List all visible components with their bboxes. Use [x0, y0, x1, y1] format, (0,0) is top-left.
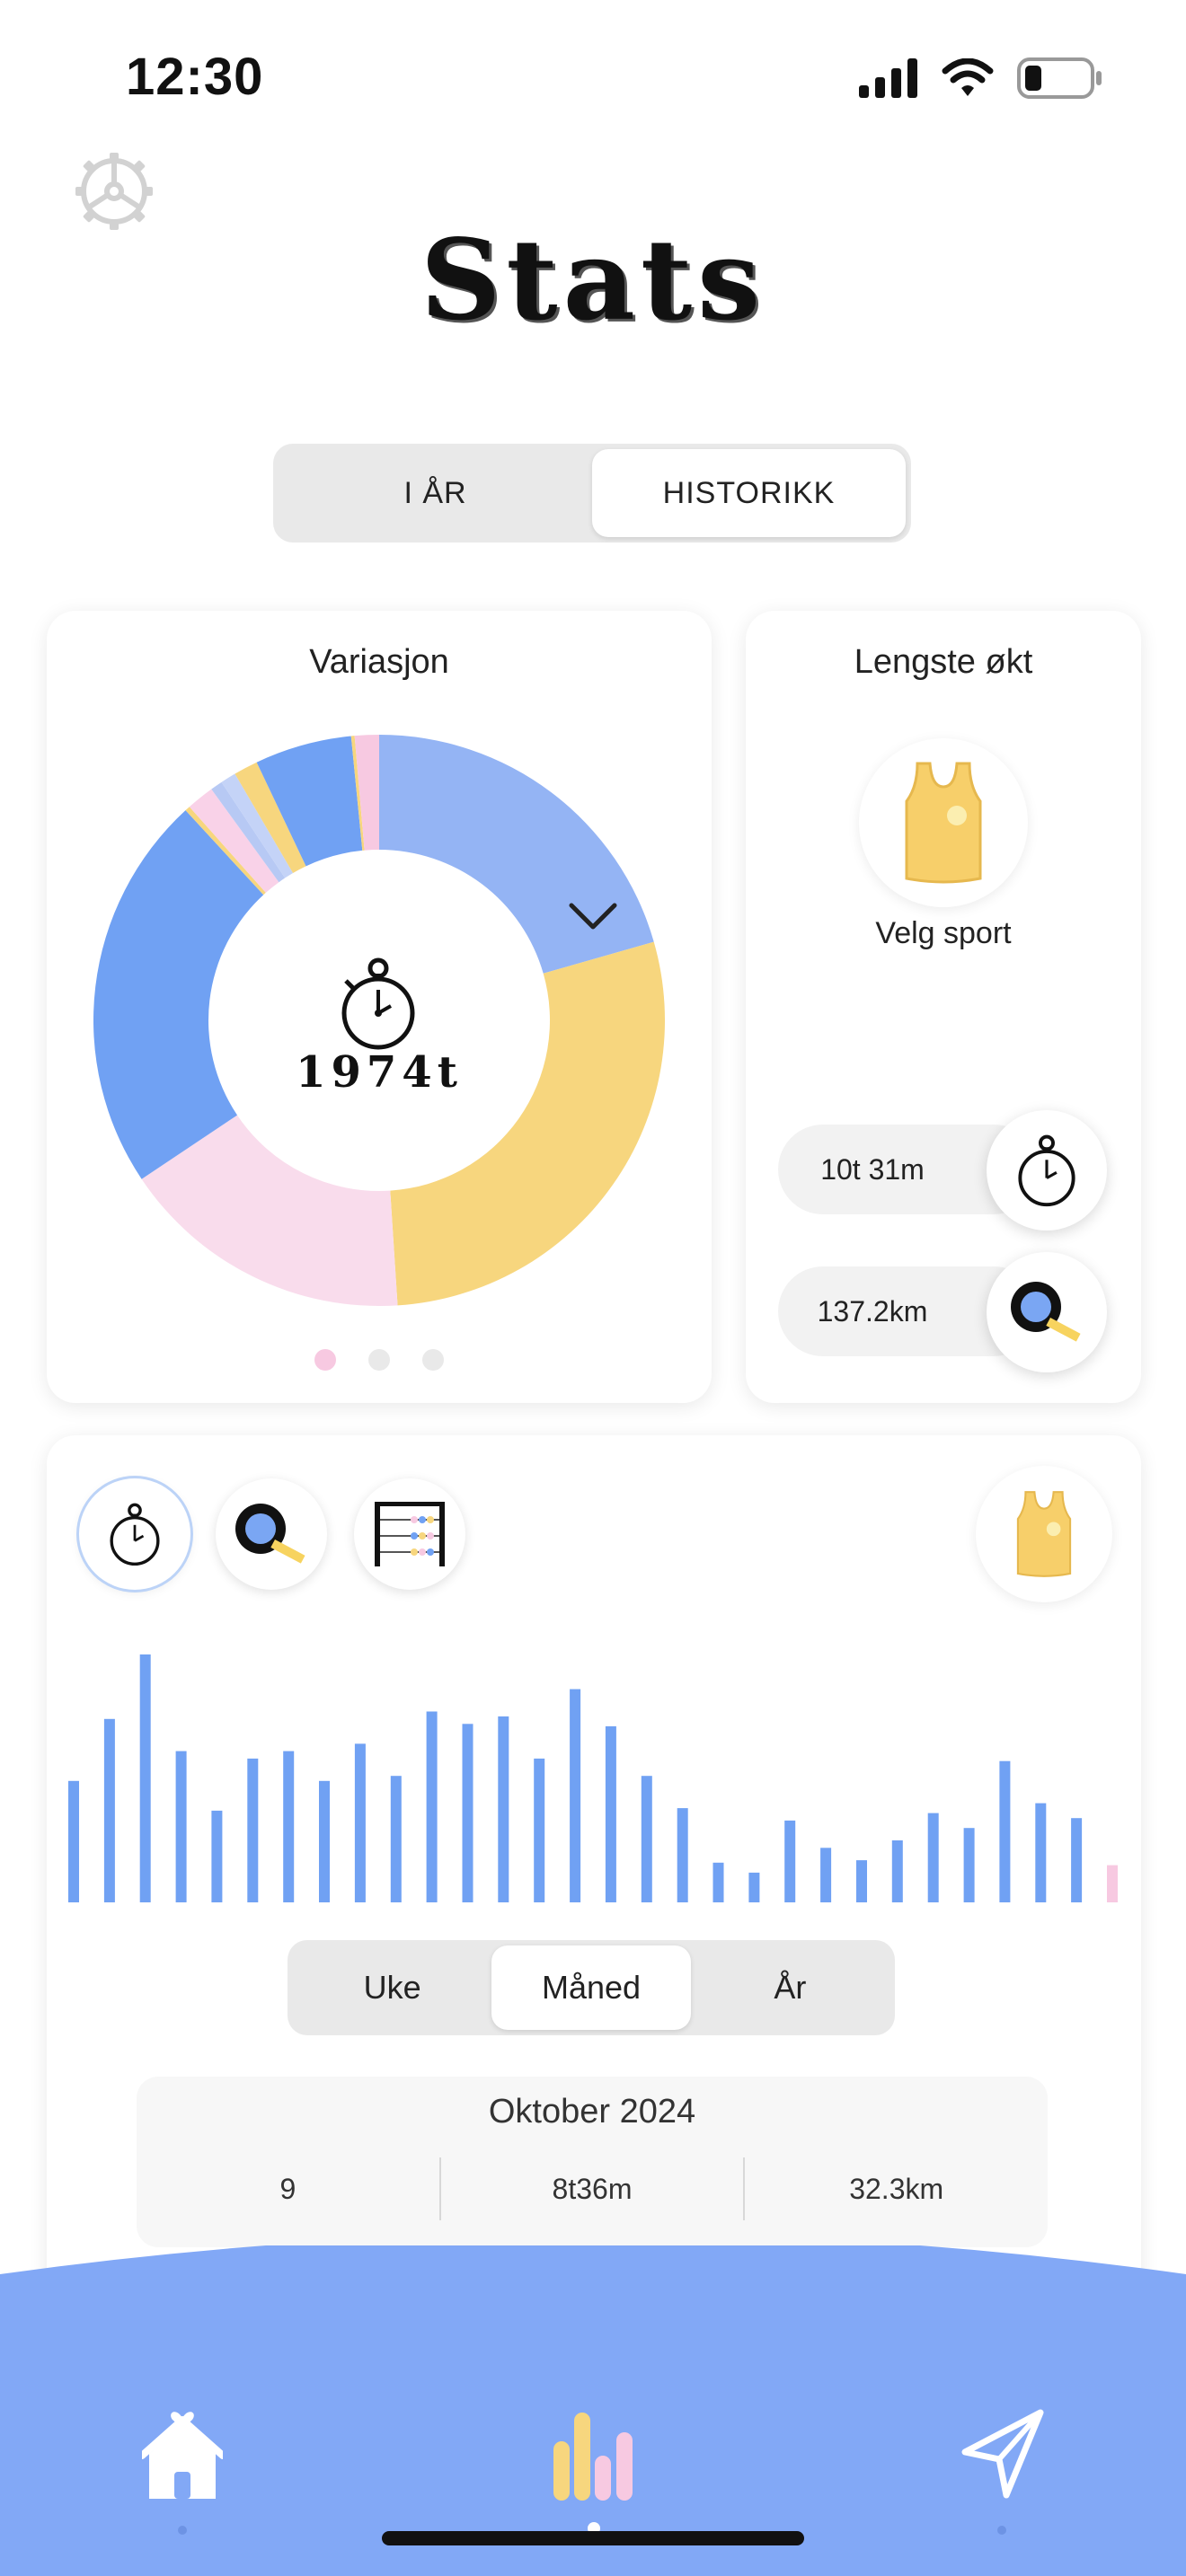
activity-bar[interactable]: [856, 1860, 867, 1902]
activity-bar[interactable]: [820, 1848, 832, 1902]
activity-bar[interactable]: [462, 1724, 474, 1902]
activity-bar[interactable]: [999, 1760, 1011, 1902]
metric-count-button[interactable]: [354, 1478, 465, 1590]
activity-bar[interactable]: [283, 1751, 295, 1902]
duration-icon-button: [987, 1110, 1107, 1231]
metric-duration-button[interactable]: [79, 1478, 190, 1590]
activity-bar[interactable]: [247, 1758, 259, 1902]
donut-slice: [390, 941, 665, 1306]
month-title: Oktober 2024: [488, 2093, 696, 2130]
month-summary: Oktober 2024 9 8t36m 32.3km: [137, 2077, 1048, 2247]
tab-this-year[interactable]: I ÅR: [279, 449, 592, 537]
choose-sport-label[interactable]: Velg sport: [746, 916, 1141, 951]
activity-bar[interactable]: [534, 1758, 545, 1902]
donut-slice: [379, 735, 654, 974]
activity-bar[interactable]: [1035, 1803, 1047, 1902]
paper-plane-icon[interactable]: [960, 2407, 1046, 2501]
house-icon[interactable]: [142, 2404, 223, 2502]
tab-month[interactable]: Måned: [491, 1945, 691, 2030]
tank-top-icon: [1016, 1491, 1072, 1577]
month-session-count: 9: [279, 2173, 296, 2205]
page-indicator: [47, 1349, 712, 1371]
activity-bar[interactable]: [426, 1711, 438, 1903]
longest-duration-value: 10t 31m: [820, 1153, 925, 1186]
activity-bar[interactable]: [712, 1862, 724, 1902]
bar-chart-icon[interactable]: [550, 2409, 638, 2501]
period-toggle: Uke Måned År: [288, 1940, 895, 2035]
longest-session-card: Lengste økt Velg sport 10t 31m 137.2km: [746, 611, 1141, 1403]
activity-bar[interactable]: [1107, 1865, 1118, 1902]
home-indicator: [382, 2531, 804, 2545]
stopwatch-icon: [1018, 1134, 1075, 1207]
wifi-icon: [942, 58, 994, 96]
activity-bar[interactable]: [927, 1813, 939, 1902]
tape-measure-icon: [235, 1504, 305, 1564]
status-icons: [859, 56, 1103, 101]
activity-bar[interactable]: [175, 1751, 187, 1902]
status-time: 12:30: [126, 48, 264, 106]
tank-top-icon: [905, 762, 982, 884]
activity-bar[interactable]: [891, 1840, 903, 1902]
nav-indicator-home: [178, 2526, 187, 2535]
stopwatch-icon: [341, 957, 415, 1050]
activity-bar[interactable]: [354, 1743, 366, 1902]
activity-bar[interactable]: [605, 1726, 616, 1902]
tab-year[interactable]: År: [691, 1945, 890, 2030]
activity-bar-chart: [68, 1654, 1118, 1903]
activity-bar[interactable]: [319, 1780, 330, 1902]
stopwatch-icon: [110, 1503, 160, 1566]
activity-bar[interactable]: [784, 1820, 796, 1902]
metric-distance-button[interactable]: [216, 1478, 327, 1590]
cellular-signal-icon: [859, 58, 917, 98]
longest-distance-value: 137.2km: [817, 1295, 928, 1328]
tab-history[interactable]: HISTORIKK: [592, 449, 906, 537]
page-dot[interactable]: [368, 1349, 390, 1371]
activity-bar[interactable]: [390, 1776, 402, 1902]
sport-picker-button[interactable]: [859, 738, 1028, 907]
year-history-toggle: I ÅR HISTORIKK: [273, 444, 911, 543]
month-stats: 9 8t36m 32.3km: [137, 2157, 1048, 2220]
tape-measure-icon: [1011, 1282, 1081, 1342]
month-distance: 32.3km: [743, 2157, 1048, 2220]
activity-bar[interactable]: [677, 1808, 688, 1902]
longest-session-title: Lengste økt: [854, 643, 1033, 681]
chevron-down-icon[interactable]: [566, 898, 620, 934]
activity-bar[interactable]: [211, 1810, 223, 1902]
page-dot[interactable]: [422, 1349, 444, 1371]
abacus-icon: [375, 1502, 445, 1566]
battery-icon: [1017, 57, 1102, 99]
variation-card[interactable]: Variasjon 1974t: [47, 611, 712, 1403]
page-title: Stats: [420, 216, 766, 346]
month-duration: 8t36m: [438, 2157, 744, 2220]
page-dot[interactable]: [314, 1349, 336, 1371]
total-hours-label: 1974t: [296, 1047, 463, 1098]
sport-filter-button[interactable]: [976, 1466, 1112, 1602]
tab-week[interactable]: Uke: [293, 1945, 491, 2030]
activity-bar[interactable]: [139, 1654, 151, 1902]
activity-bar[interactable]: [963, 1828, 975, 1902]
variation-title: Variasjon: [309, 643, 449, 681]
activity-bar[interactable]: [498, 1716, 509, 1902]
activity-bar[interactable]: [103, 1718, 115, 1902]
nav-indicator-send: [997, 2526, 1006, 2535]
activity-bar[interactable]: [748, 1872, 760, 1902]
activity-bar[interactable]: [570, 1689, 581, 1902]
activity-bar[interactable]: [641, 1776, 652, 1902]
activity-bar[interactable]: [68, 1780, 79, 1902]
activity-bar[interactable]: [1071, 1818, 1083, 1902]
distance-icon-button: [987, 1252, 1107, 1372]
